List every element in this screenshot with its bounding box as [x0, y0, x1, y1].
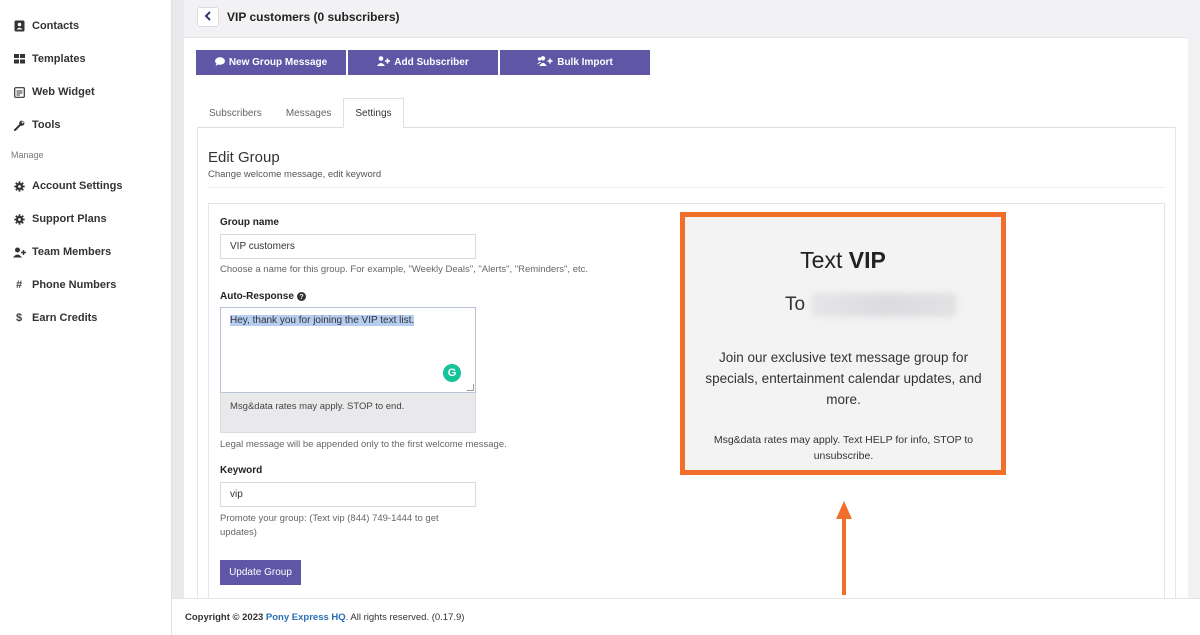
- legal-message-box: Msg&data rates may apply. STOP to end.: [220, 393, 476, 433]
- users-add-icon: [537, 56, 553, 69]
- sidebar-item-label: Account Settings: [32, 180, 123, 192]
- sidebar-item-tools[interactable]: Tools: [12, 115, 61, 135]
- auto-response-label: Auto-Response: [220, 291, 294, 302]
- group-name-input[interactable]: VIP customers: [220, 234, 476, 259]
- preview-title-prefix: Text: [800, 247, 843, 273]
- comment-icon: [214, 56, 225, 69]
- keyword-help: Promote your group: (Text vip (844) 749-…: [220, 513, 439, 538]
- sidebar-item-label: Support Plans: [32, 213, 107, 225]
- preview-to-label: To: [785, 294, 806, 315]
- sidebar-item-team-members[interactable]: Team Members: [12, 242, 111, 262]
- svg-text:?: ?: [299, 294, 303, 301]
- auto-response-textarea[interactable]: Hey, thank you for joining the VIP text …: [220, 307, 476, 393]
- back-button[interactable]: [197, 7, 219, 27]
- footer-company-link[interactable]: Pony Express HQ: [266, 612, 346, 623]
- sidebar-item-label: Web Widget: [32, 86, 95, 98]
- chevron-left-icon: [204, 8, 212, 26]
- footer-copyright: Copyright © 2023: [185, 612, 264, 623]
- button-label: Add Subscriber: [394, 57, 469, 68]
- grid-icon: [12, 52, 26, 66]
- tab-settings[interactable]: Settings: [343, 98, 404, 128]
- add-user-icon: [377, 56, 391, 69]
- gear-icon: [12, 179, 26, 193]
- help-circle-icon[interactable]: ?: [296, 292, 306, 301]
- preview-body: Join our exclusive text message group fo…: [705, 350, 982, 407]
- sidebar-item-label: Templates: [32, 53, 86, 65]
- auto-response-text: Hey, thank you for joining the VIP text …: [230, 315, 415, 326]
- edit-group-subtitle: Change welcome message, edit keyword: [208, 169, 382, 180]
- sidebar-heading-manage: Manage: [11, 150, 44, 160]
- tab-messages[interactable]: Messages: [274, 98, 344, 128]
- arrow-up-icon: [836, 501, 852, 595]
- sidebar-item-phone-numbers[interactable]: # Phone Numbers: [12, 275, 116, 295]
- sidebar-scroll-strip: [172, 0, 184, 598]
- grammarly-icon[interactable]: G: [443, 364, 461, 382]
- legal-help: Legal message will be appended only to t…: [220, 439, 507, 450]
- sidebar-item-label: Tools: [32, 119, 61, 131]
- blurred-phone-number: [811, 293, 958, 317]
- add-subscriber-button[interactable]: Add Subscriber: [348, 50, 498, 75]
- tab-bar: Subscribers Messages Settings: [197, 98, 404, 128]
- dollar-icon: $: [15, 312, 23, 324]
- sidebar-item-earn-credits[interactable]: $ Earn Credits: [12, 308, 97, 328]
- preview-title-keyword: VIP: [848, 247, 886, 273]
- keyword-preview-card: Text VIP To Join our exclusive text mess…: [680, 212, 1006, 475]
- resize-handle-icon[interactable]: [467, 384, 474, 391]
- widget-icon: [12, 85, 26, 99]
- gear-icon: [12, 212, 26, 226]
- sidebar-item-label: Team Members: [32, 246, 112, 258]
- section-divider: [208, 187, 1165, 188]
- update-group-button[interactable]: Update Group: [220, 560, 301, 585]
- group-name-label: Group name: [220, 217, 279, 228]
- preview-title: Text VIP: [685, 247, 1001, 274]
- preview-to-row: To: [785, 293, 958, 317]
- footer: Copyright © 2023 Pony Express HQ. All ri…: [172, 598, 1200, 635]
- bulk-import-button[interactable]: Bulk Import: [500, 50, 650, 75]
- contacts-icon: [12, 19, 26, 33]
- sidebar-item-support-plans[interactable]: Support Plans: [12, 209, 107, 229]
- footer-rights: . All rights reserved. (0.17.9): [345, 612, 465, 623]
- tab-subscribers[interactable]: Subscribers: [197, 98, 274, 128]
- edit-group-title: Edit Group: [208, 149, 280, 166]
- main-content: New Group Message Add Subscriber Bulk Im…: [184, 38, 1188, 607]
- sidebar-item-account-settings[interactable]: Account Settings: [12, 176, 122, 196]
- sidebar-item-label: Earn Credits: [32, 312, 98, 324]
- auto-response-label-row: Auto-Response ?: [220, 291, 306, 302]
- sidebar-item-label: Contacts: [32, 20, 80, 32]
- footer-text: Copyright © 2023 Pony Express HQ. All ri…: [185, 612, 464, 623]
- add-user-icon: [12, 245, 26, 259]
- preview-disclaimer: Msg&data rates may apply. Text HELP for …: [713, 434, 974, 462]
- wrench-icon: [12, 118, 26, 132]
- hash-icon: #: [15, 279, 23, 291]
- sidebar-item-contacts[interactable]: Contacts: [12, 16, 79, 36]
- sidebar-item-templates[interactable]: Templates: [12, 49, 86, 69]
- group-name-help: Choose a name for this group. For exampl…: [220, 264, 589, 275]
- button-label: Bulk Import: [557, 57, 613, 68]
- sidebar-item-web-widget[interactable]: Web Widget: [12, 82, 95, 102]
- new-group-message-button[interactable]: New Group Message: [196, 50, 346, 75]
- keyword-input[interactable]: vip: [220, 482, 476, 507]
- sidebar: Contacts Templates Web Widget Tools Mana…: [0, 0, 172, 635]
- right-gutter: [1188, 0, 1200, 598]
- page-title: VIP customers (0 subscribers): [227, 10, 400, 24]
- page-header: VIP customers (0 subscribers): [184, 0, 1188, 38]
- button-label: New Group Message: [228, 57, 328, 68]
- keyword-label: Keyword: [220, 465, 263, 476]
- sidebar-item-label: Phone Numbers: [32, 279, 117, 291]
